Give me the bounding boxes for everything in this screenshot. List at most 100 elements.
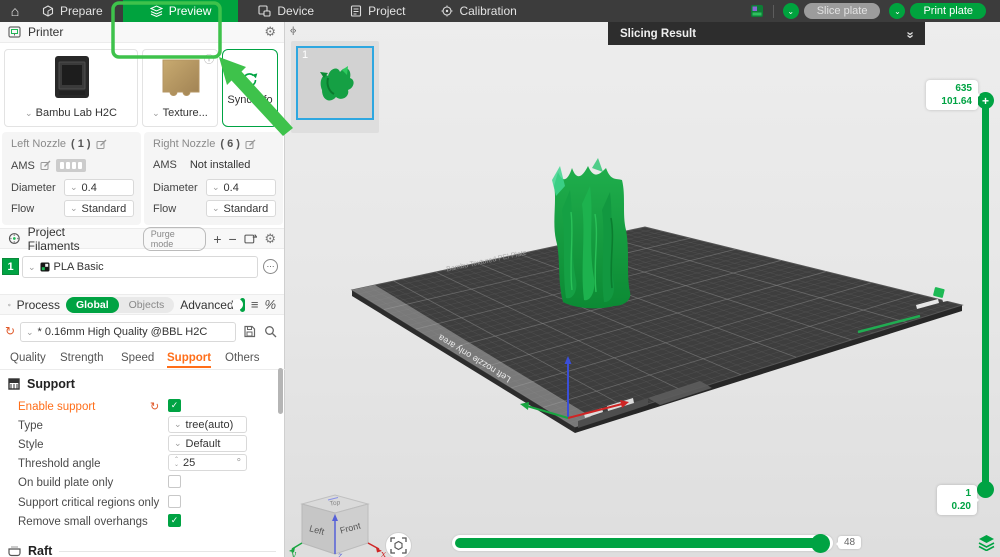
remove-filament-button[interactable]: − — [229, 232, 237, 246]
on-build-plate-only-checkbox[interactable] — [168, 475, 181, 488]
filament-settings-gear-icon[interactable]: ⚙ — [264, 231, 276, 247]
info-icon[interactable]: ⓘ — [204, 51, 214, 66]
remove-overhangs-checkbox[interactable]: ✓ — [168, 514, 181, 527]
tab-prepare-label: Prepare — [60, 4, 103, 18]
chevron-down-icon: ⌄ — [26, 327, 34, 338]
segment-global[interactable]: Global — [66, 297, 119, 313]
printer-name-row[interactable]: ⌄ Bambu Lab H2C — [5, 107, 137, 119]
layer-slider-bottom-handle[interactable] — [977, 481, 994, 498]
edit-icon[interactable] — [96, 139, 107, 150]
fit-view-button[interactable] — [385, 532, 412, 557]
tab-strength[interactable]: Strength — [60, 352, 103, 364]
chevron-down-icon: ⌄ — [25, 108, 33, 118]
setting-row-threshold-angle: Threshold angle ⌃⌄ 25 ° — [0, 456, 278, 473]
chevron-down-icon: ⌄ — [152, 108, 160, 118]
left-nozzle-count: ( 1 ) — [71, 138, 91, 150]
tab-project[interactable]: Project — [338, 0, 417, 22]
navigation-cube[interactable]: Top Left Front y x z — [288, 488, 388, 557]
build-plate-card[interactable]: ⓘ ⌄ Texture... — [142, 49, 218, 127]
left-diameter-label: Diameter — [11, 182, 56, 194]
home-icon[interactable]: ⌂ — [0, 0, 30, 22]
save-preset-icon[interactable] — [243, 325, 256, 338]
top-layer-height: 101.64 — [932, 95, 972, 108]
enable-support-checkbox[interactable]: ✓ — [168, 399, 181, 412]
ams-unit-graphic[interactable] — [56, 159, 86, 172]
setting-row-style: Style ⌄Default — [0, 437, 278, 454]
print-options-dropdown[interactable]: ⌄ — [889, 3, 905, 19]
left-flow-select[interactable]: ⌄Standard — [64, 200, 134, 217]
style-label: Style — [18, 439, 44, 451]
search-icon[interactable] — [264, 325, 277, 338]
right-flow-select[interactable]: ⌄Standard — [206, 200, 276, 217]
right-diameter-select[interactable]: ⌄0.4 — [206, 179, 276, 196]
tab-device[interactable]: Device — [246, 0, 326, 22]
tab-calibration[interactable]: Calibration — [429, 0, 528, 22]
tab-speed[interactable]: Speed — [121, 352, 154, 364]
filament-select[interactable]: ⌄ PLA Basic — [22, 256, 258, 278]
compare-presets-icon[interactable]: % — [264, 298, 276, 311]
left-diameter-select[interactable]: ⌄0.4 — [64, 179, 134, 196]
right-diameter-label: Diameter — [153, 182, 198, 194]
viewport-3d-scene[interactable]: Left nozzle only area Bambu Textured PEI… — [285, 22, 1000, 557]
right-ams-value: Not installed — [190, 159, 251, 171]
left-nozzle-box: Left Nozzle( 1 ) AMS Diameter ⌄0.4 Flow … — [2, 132, 141, 225]
tab-preview-label: Preview — [169, 4, 212, 18]
slice-plate-button[interactable]: Slice plate — [804, 3, 881, 19]
slicing-result-title: Slicing Result — [620, 28, 696, 40]
print-plate-button[interactable]: Print plate — [910, 3, 986, 19]
viewport-3d: Left nozzle only area Bambu Textured PEI… — [285, 22, 1000, 557]
critical-regions-checkbox[interactable] — [168, 495, 181, 508]
sync-info-button[interactable]: Sync info — [222, 49, 278, 127]
layers-view-icon[interactable] — [977, 534, 996, 551]
raft-group-title: Raft — [28, 544, 52, 557]
filament-slot-badge[interactable]: 1 — [2, 258, 19, 275]
plate-image — [161, 58, 201, 96]
tab-others[interactable]: Others — [225, 352, 260, 364]
tab-quality[interactable]: Quality — [10, 352, 46, 364]
preset-select[interactable]: ⌄ * 0.16mm High Quality @BBL H2C — [20, 322, 236, 342]
double-chevron-icon: » — [903, 31, 918, 35]
spinner-arrows-icon[interactable]: ⌃⌄ — [174, 458, 179, 468]
right-flow-value: Standard — [224, 203, 269, 215]
slicing-result-bar[interactable]: Slicing Result » — [608, 22, 925, 45]
reset-setting-icon[interactable]: ↻ — [150, 400, 159, 413]
top-layer-number: 635 — [932, 82, 972, 95]
printer-settings-gear-icon[interactable]: ⚙ — [264, 24, 276, 40]
layer-slider-track[interactable] — [982, 100, 989, 491]
threshold-angle-spinner[interactable]: ⌃⌄ 25 ° — [168, 454, 247, 471]
plate-thumbnail-selected[interactable]: 1 — [296, 46, 374, 120]
edit-icon[interactable] — [245, 139, 256, 150]
purge-mode-button[interactable]: Purge mode — [143, 227, 207, 251]
tab-support[interactable]: Support — [167, 352, 211, 368]
add-filament-button[interactable]: + — [213, 232, 221, 246]
bottom-layer-number: 1 — [943, 487, 971, 500]
tab-prepare[interactable]: Prepare — [30, 0, 115, 22]
sync-icon — [240, 71, 260, 89]
plate-status-icon[interactable] — [750, 4, 764, 18]
tab-preview[interactable]: Preview — [123, 0, 239, 22]
advanced-toggle[interactable] — [240, 298, 245, 312]
preset-modified-refresh-icon[interactable]: ↻ — [5, 324, 15, 338]
slice-options-dropdown[interactable]: ⌄ — [783, 3, 799, 19]
plate-name-row[interactable]: ⌄ Texture... — [143, 107, 217, 119]
sync-info-label: Sync info — [227, 94, 272, 106]
step-slider-track[interactable] — [452, 535, 833, 551]
panel-collapse-toggle[interactable]: ‹|› — [290, 25, 295, 35]
process-scope-segmented: Global Objects — [66, 297, 174, 313]
edit-icon[interactable] — [40, 160, 51, 171]
segment-objects[interactable]: Objects — [119, 297, 175, 313]
chevron-down-icon: ⌄ — [28, 262, 36, 273]
degree-unit: ° — [237, 457, 241, 469]
step-slider-handle[interactable] — [811, 534, 830, 553]
model-tree[interactable] — [552, 158, 630, 308]
printer-model-card[interactable]: ⌄ Bambu Lab H2C — [4, 49, 138, 127]
panel-scrollbar[interactable] — [278, 368, 283, 414]
filament-more-options-button[interactable]: ⋯ — [263, 259, 278, 274]
support-type-select[interactable]: ⌄tree(auto) — [168, 416, 247, 433]
parameter-list-icon[interactable]: ≡ — [251, 298, 259, 311]
support-style-select[interactable]: ⌄Default — [168, 435, 247, 452]
left-flow-value: Standard — [82, 203, 127, 215]
filament-sync-icon[interactable] — [244, 233, 258, 245]
support-style-value: Default — [186, 438, 221, 450]
plate-thumbnail-card[interactable]: 1 — [291, 41, 379, 133]
